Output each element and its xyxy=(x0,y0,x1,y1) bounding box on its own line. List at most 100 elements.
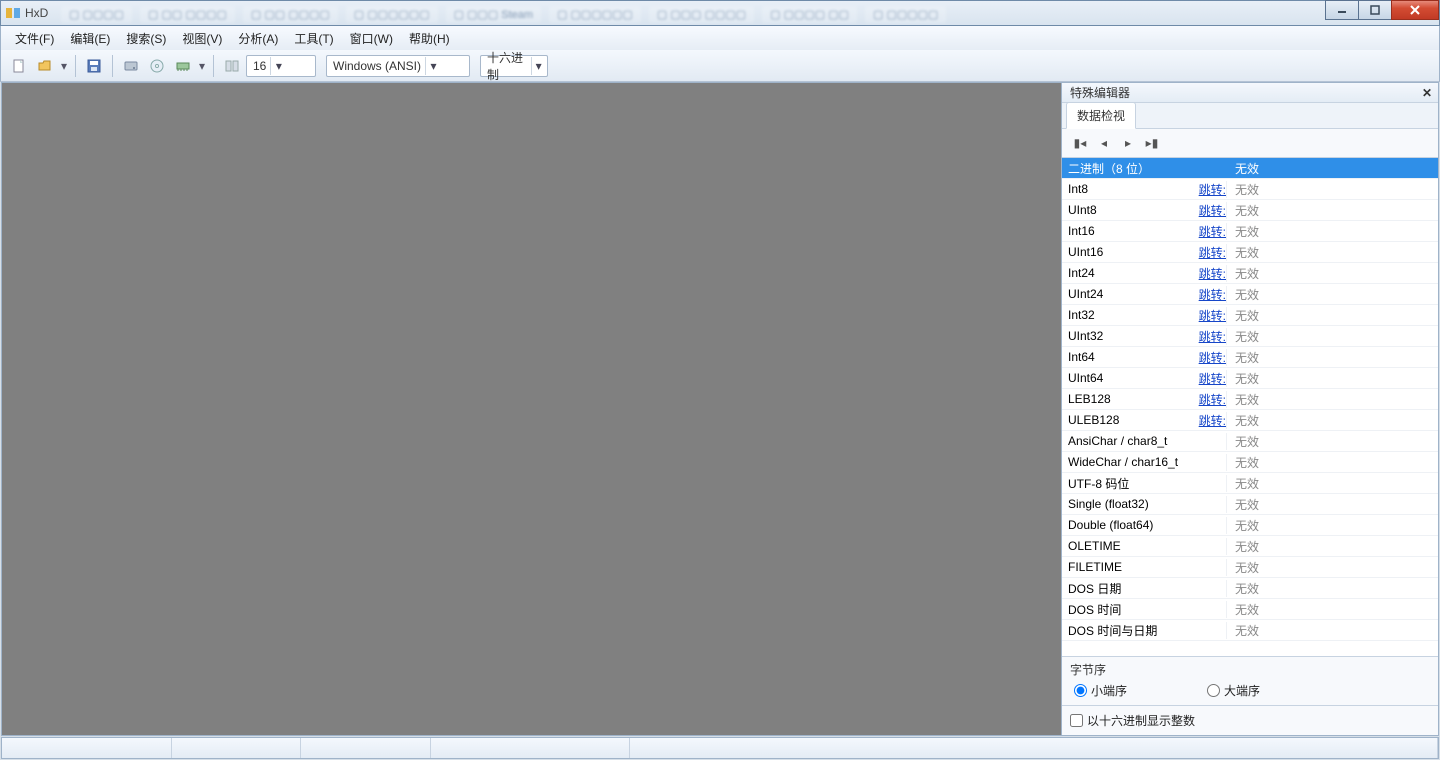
byte-order-label: 字节序 xyxy=(1070,661,1430,678)
open-ram-button[interactable] xyxy=(171,54,195,78)
table-row[interactable]: UInt16跳转:无效 xyxy=(1062,242,1438,263)
save-button[interactable] xyxy=(82,54,106,78)
table-row[interactable]: Single (float32)无效 xyxy=(1062,494,1438,515)
little-endian-input[interactable] xyxy=(1074,684,1087,697)
table-row[interactable]: WideChar / char16_t无效 xyxy=(1062,452,1438,473)
table-row[interactable]: LEB128跳转:无效 xyxy=(1062,389,1438,410)
jump-link[interactable]: 跳转: xyxy=(1199,393,1226,407)
minimize-button[interactable] xyxy=(1325,0,1359,20)
table-row[interactable]: Int24跳转:无效 xyxy=(1062,263,1438,284)
jump-link[interactable]: 跳转: xyxy=(1199,246,1226,260)
jump-link[interactable]: 跳转: xyxy=(1199,267,1226,281)
table-row[interactable]: UInt64跳转:无效 xyxy=(1062,368,1438,389)
value-cell: 无效 xyxy=(1226,412,1438,429)
type-name: Int32 xyxy=(1062,308,1190,322)
jump-link[interactable]: 跳转: xyxy=(1199,204,1226,218)
jump-link[interactable]: 跳转: xyxy=(1199,288,1226,302)
nav-last-icon[interactable]: ▸▮ xyxy=(1144,136,1160,150)
table-row[interactable]: UInt32跳转:无效 xyxy=(1062,326,1438,347)
title-bar: HxD ▢ ▢▢▢▢▢ ▢▢ ▢▢▢▢▢ ▢▢ ▢▢▢▢▢ ▢▢▢▢▢▢▢ ▢▢… xyxy=(0,0,1440,26)
maximize-button[interactable] xyxy=(1358,0,1392,20)
panel-close-button[interactable]: ✕ xyxy=(1420,86,1434,100)
menu-bar: 文件(F) 编辑(E) 搜索(S) 视图(V) 分析(A) 工具(T) 窗口(W… xyxy=(0,26,1440,50)
table-row[interactable]: UInt8 跳转:无效 xyxy=(1062,200,1438,221)
panel-header: 特殊编辑器 ✕ xyxy=(1062,83,1438,103)
table-row[interactable]: ULEB128 跳转:无效 xyxy=(1062,410,1438,431)
app-icon xyxy=(5,5,21,21)
jump-cell: 跳转: xyxy=(1190,328,1226,345)
jump-link[interactable]: 跳转: xyxy=(1199,183,1226,197)
jump-link[interactable]: 跳转: xyxy=(1199,372,1226,386)
hex-editor-area[interactable] xyxy=(2,83,1062,735)
open-disc-button[interactable] xyxy=(145,54,169,78)
table-row[interactable]: Int16跳转:无效 xyxy=(1062,221,1438,242)
table-row[interactable]: Int64跳转:无效 xyxy=(1062,347,1438,368)
open-dropdown-icon[interactable]: ▾ xyxy=(59,59,69,73)
toolbar-separator xyxy=(75,55,76,77)
close-button[interactable] xyxy=(1391,0,1439,20)
nav-next-icon[interactable]: ▸ xyxy=(1120,136,1136,150)
ram-dropdown-icon[interactable]: ▾ xyxy=(197,59,207,73)
menu-search[interactable]: 搜索(S) xyxy=(118,27,174,50)
tab-data-inspector[interactable]: 数据检视 xyxy=(1066,102,1136,129)
menu-help[interactable]: 帮助(H) xyxy=(401,27,458,50)
jump-link[interactable]: 跳转: xyxy=(1199,351,1226,365)
value-cell: 无效 xyxy=(1226,349,1438,366)
table-row[interactable]: 二进制（8 位）无效 xyxy=(1062,158,1438,179)
value-cell: 无效 xyxy=(1226,202,1438,219)
bytes-per-row-combo[interactable]: 16 ▾ xyxy=(246,55,316,77)
data-inspector-table[interactable]: 二进制（8 位）无效Int8跳转:无效UInt8跳转:无效Int16跳转:无效U… xyxy=(1062,157,1438,657)
open-disk-button[interactable] xyxy=(119,54,143,78)
toggle-readonly-button[interactable] xyxy=(220,54,244,78)
table-row[interactable]: AnsiChar / char8_t无效 xyxy=(1062,431,1438,452)
table-row[interactable]: Int32跳转:无效 xyxy=(1062,305,1438,326)
type-name: DOS 时间与日期 xyxy=(1062,622,1190,639)
encoding-combo[interactable]: Windows (ANSI) ▾ xyxy=(326,55,470,77)
type-name: UInt8 xyxy=(1062,203,1190,217)
big-endian-input[interactable] xyxy=(1207,684,1220,697)
open-file-button[interactable] xyxy=(33,54,57,78)
jump-cell: 跳转: xyxy=(1190,265,1226,282)
jump-link[interactable]: 跳转: xyxy=(1199,309,1226,323)
little-endian-radio[interactable]: 小端序 xyxy=(1074,682,1127,699)
big-endian-radio[interactable]: 大端序 xyxy=(1207,682,1260,699)
jump-cell: 跳转: xyxy=(1190,412,1226,429)
menu-analysis[interactable]: 分析(A) xyxy=(230,27,286,50)
new-file-button[interactable] xyxy=(7,54,31,78)
table-row[interactable]: DOS 时间无效 xyxy=(1062,599,1438,620)
table-row[interactable]: Int8跳转:无效 xyxy=(1062,179,1438,200)
menu-edit[interactable]: 编辑(E) xyxy=(62,27,118,50)
value-cell: 无效 xyxy=(1226,496,1438,513)
table-row[interactable]: Double (float64)无效 xyxy=(1062,515,1438,536)
value-cell: 无效 xyxy=(1226,580,1438,597)
nav-first-icon[interactable]: ▮◂ xyxy=(1072,136,1088,150)
menu-tools[interactable]: 工具(T) xyxy=(286,27,341,50)
type-name: ULEB128 xyxy=(1062,413,1190,427)
table-row[interactable]: FILETIME无效 xyxy=(1062,557,1438,578)
jump-cell: 跳转: xyxy=(1190,391,1226,408)
table-row[interactable]: OLETIME无效 xyxy=(1062,536,1438,557)
jump-cell: 跳转: xyxy=(1190,202,1226,219)
nav-prev-icon[interactable]: ◂ xyxy=(1096,136,1112,150)
type-name: WideChar / char16_t xyxy=(1062,455,1190,469)
menu-view[interactable]: 视图(V) xyxy=(174,27,230,50)
jump-link[interactable]: 跳转: xyxy=(1199,330,1226,344)
jump-link[interactable]: 跳转: xyxy=(1199,414,1226,428)
table-row[interactable]: UInt24跳转:无效 xyxy=(1062,284,1438,305)
type-name: LEB128 xyxy=(1062,392,1190,406)
menu-window[interactable]: 窗口(W) xyxy=(342,27,401,50)
little-endian-text: 小端序 xyxy=(1091,682,1127,699)
table-row[interactable]: DOS 时间与日期无效 xyxy=(1062,620,1438,641)
table-row[interactable]: UTF-8 码位无效 xyxy=(1062,473,1438,494)
menu-file[interactable]: 文件(F) xyxy=(7,27,62,50)
type-name: Int8 xyxy=(1062,182,1190,196)
jump-cell: 跳转: xyxy=(1190,286,1226,303)
radix-combo[interactable]: 十六进制 ▾ xyxy=(480,55,548,77)
byte-order-group: 字节序 小端序 大端序 xyxy=(1062,657,1438,706)
jump-link[interactable]: 跳转: xyxy=(1199,225,1226,239)
jump-cell: 跳转: xyxy=(1190,370,1226,387)
chevron-down-icon: ▾ xyxy=(531,57,545,75)
table-row[interactable]: DOS 日期无效 xyxy=(1062,578,1438,599)
hex-int-checkbox[interactable] xyxy=(1070,714,1083,727)
status-bar xyxy=(1,737,1439,759)
